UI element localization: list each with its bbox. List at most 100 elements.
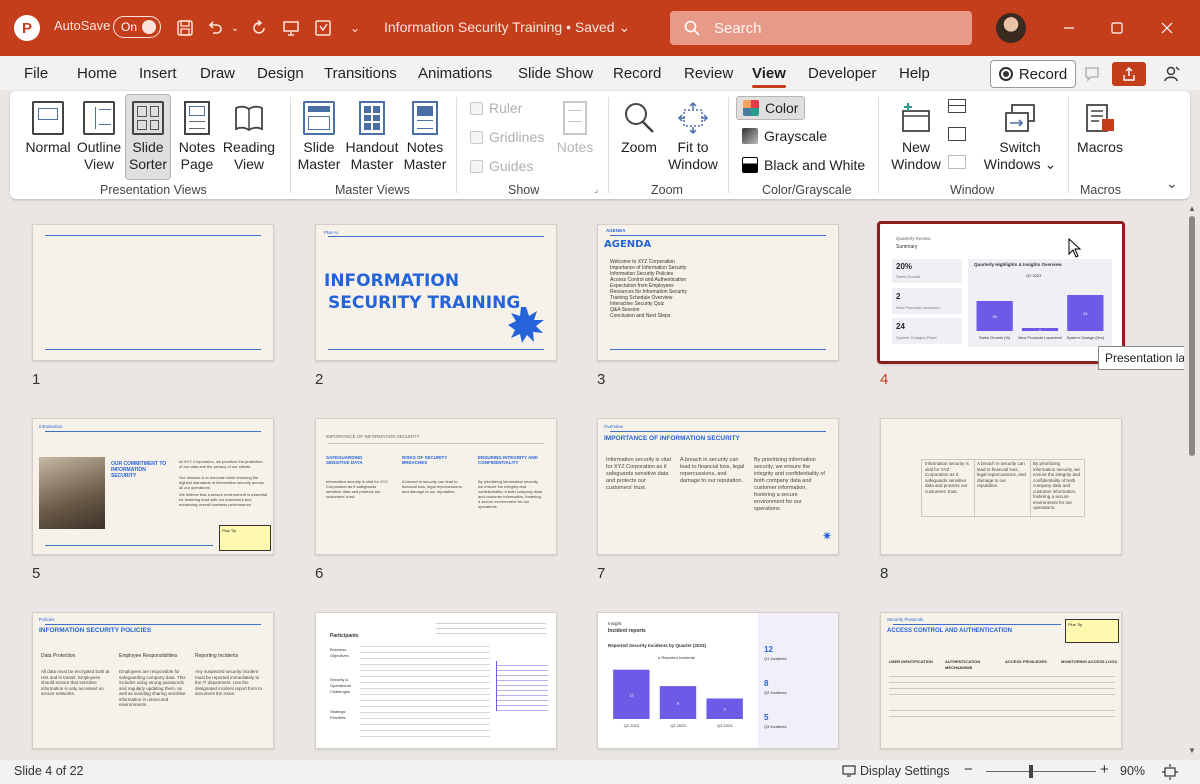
tab-file[interactable]: File [24, 65, 48, 82]
table-cell: By prioritizing information security, we… [1033, 461, 1081, 510]
zoom-in-button[interactable]: + [1100, 761, 1109, 778]
coauthor-icon[interactable] [1158, 62, 1186, 86]
column-title: Employee Responsibilities [119, 653, 178, 659]
redo-icon[interactable] [246, 15, 272, 41]
slide-thumbnail-8[interactable]: Information security is vital for XYZ Co… [880, 418, 1122, 555]
minimize-icon[interactable] [1049, 12, 1089, 44]
show-dialog-launcher-icon[interactable]: ⌟ [594, 184, 598, 195]
user-avatar[interactable] [996, 13, 1026, 43]
group-separator [728, 97, 729, 193]
scroll-down-icon[interactable]: ▼ [1187, 746, 1197, 756]
move-split-icon[interactable] [948, 155, 966, 169]
slide-title: ACCESS CONTROL AND AUTHENTICATION [887, 628, 1012, 634]
grayscale-button[interactable]: Grayscale [742, 128, 827, 144]
slide-master-button[interactable]: Slide Master [296, 95, 342, 173]
slide-thumbnail-4[interactable]: Quarterly Review Summary 20% Sales Growt… [877, 221, 1125, 364]
slide-rule [610, 235, 826, 236]
tab-design[interactable]: Design [257, 65, 304, 82]
record-button[interactable]: Record [990, 60, 1076, 88]
display-settings-button[interactable]: Display Settings [842, 764, 950, 778]
guides-checkbox[interactable]: Guides [470, 158, 533, 174]
save-icon[interactable] [172, 15, 198, 41]
notes-master-button[interactable]: Notes Master [402, 95, 448, 173]
fit-to-window-button[interactable]: Fit to Window [666, 95, 720, 173]
new-window-button[interactable]: New Window [886, 95, 946, 173]
slide-title-line1: INFORMATION [324, 271, 460, 291]
slide-rule [328, 443, 544, 444]
slide-thumbnail-7[interactable]: Overview IMPORTANCE OF INFORMATION SECUR… [597, 418, 839, 555]
reading-view-button[interactable]: Reading View [222, 95, 276, 173]
macros-button[interactable]: Macros [1074, 95, 1126, 156]
document-title[interactable]: Information Security Training • Saved ⌄ [384, 19, 630, 36]
notes-button[interactable]: Notes [556, 95, 594, 156]
notes-page-button[interactable]: Notes Page [174, 95, 220, 173]
autosave-toggle[interactable]: On [113, 16, 161, 38]
handout-master-button[interactable]: Handout Master [344, 95, 400, 173]
slide-master-label-2: Master [297, 156, 341, 172]
undo-dropdown-icon[interactable]: ⌄ [228, 15, 242, 41]
zoom-out-button[interactable]: − [964, 761, 973, 778]
slide-tag: Security Protocols [887, 617, 924, 622]
stat-value: 2 [896, 292, 901, 301]
ruler-checkbox[interactable]: Ruler [470, 100, 522, 116]
arrange-all-icon[interactable] [948, 99, 966, 113]
slide11-bar-chart: 12Q1 20238Q2 20235Q3 2023 [613, 669, 743, 728]
slide-thumbnail-9[interactable]: Policies INFORMATION SECURITY POLICIES D… [32, 612, 274, 749]
tab-draw[interactable]: Draw [200, 65, 235, 82]
present-from-start-icon[interactable] [278, 15, 304, 41]
slide-thumbnail-12[interactable]: Security Protocols ACCESS CONTROL AND AU… [880, 612, 1122, 749]
team-photo [39, 457, 105, 529]
tab-transitions[interactable]: Transitions [324, 65, 397, 82]
guides-check-box [470, 159, 483, 173]
color-button[interactable]: Color [736, 96, 806, 120]
black-and-white-button[interactable]: Black and White [742, 157, 865, 173]
slide-sorter-button[interactable]: Slide Sorter [125, 94, 171, 180]
tab-home[interactable]: Home [77, 65, 117, 82]
tab-help[interactable]: Help [899, 65, 930, 82]
outline-view-button[interactable]: Outline View [74, 95, 124, 173]
column-title: SAFEGUARDING SENSITIVE DATA [326, 455, 363, 465]
tab-record[interactable]: Record [613, 65, 661, 82]
scroll-up-icon[interactable]: ▲ [1187, 204, 1197, 214]
fit-slide-to-window-icon[interactable] [1162, 764, 1178, 780]
chart-tick-label: System Outage (Hrs) [1067, 335, 1105, 340]
gridlines-checkbox[interactable]: Gridlines [470, 129, 544, 145]
slide-master-icon [303, 101, 335, 135]
reading-view-label-1: Reading [222, 139, 276, 155]
tab-view[interactable]: View [752, 65, 786, 88]
slide-thumbnail-3[interactable]: AGENDA AGENDA Welcome to XYZ Corporation… [597, 224, 839, 361]
slide-thumbnail-10[interactable]: Participants Business Objectives Securit… [315, 612, 557, 749]
vertical-scrollbar[interactable]: ▲ ▼ [1184, 200, 1200, 760]
slide-thumbnail-5[interactable]: Introduction OUR COMMITMENT TO INFORMATI… [32, 418, 274, 555]
slide-thumbnail-2[interactable]: Plus AI INFORMATION SECURITY TRAINING [315, 224, 557, 361]
comments-icon[interactable] [1078, 62, 1106, 86]
cascade-icon[interactable] [948, 127, 966, 141]
tab-slide-show[interactable]: Slide Show [518, 65, 593, 82]
tab-review[interactable]: Review [684, 65, 733, 82]
zoom-slider-thumb[interactable] [1029, 765, 1033, 778]
undo-icon[interactable] [202, 15, 228, 41]
tab-developer[interactable]: Developer [808, 65, 876, 82]
slide-thumbnail-1[interactable] [32, 224, 274, 361]
customize-qat-icon[interactable]: ⌄ [342, 15, 368, 41]
reading-view-icon [233, 101, 265, 135]
zoom-slider[interactable] [986, 771, 1096, 772]
close-icon[interactable] [1147, 12, 1187, 44]
scroll-thumb[interactable] [1189, 216, 1195, 456]
tab-insert[interactable]: Insert [139, 65, 177, 82]
slide-thumbnail-6[interactable]: IMPORTANCE OF INFORMATION SECURITY SAFEG… [315, 418, 557, 555]
chart-legend: Q2 2023 [1026, 273, 1042, 278]
group-label-color-grayscale: Color/Grayscale [762, 183, 852, 197]
zoom-level[interactable]: 90% [1120, 764, 1145, 778]
switch-windows-button[interactable]: Switch Windows ⌄ [978, 95, 1062, 173]
slide-thumbnail-11[interactable]: Insight Incident reports Reported Securi… [597, 612, 839, 749]
normal-view-button[interactable]: Normal [24, 95, 72, 156]
touch-mode-icon[interactable] [310, 15, 336, 41]
tab-animations[interactable]: Animations [418, 65, 492, 82]
ruler-check-box [470, 101, 483, 115]
zoom-button[interactable]: Zoom [616, 95, 662, 156]
search-box[interactable]: Search [670, 11, 972, 45]
collapse-ribbon-icon[interactable]: ⌄ [1166, 175, 1178, 192]
share-button[interactable] [1112, 62, 1146, 86]
maximize-icon[interactable] [1097, 12, 1137, 44]
